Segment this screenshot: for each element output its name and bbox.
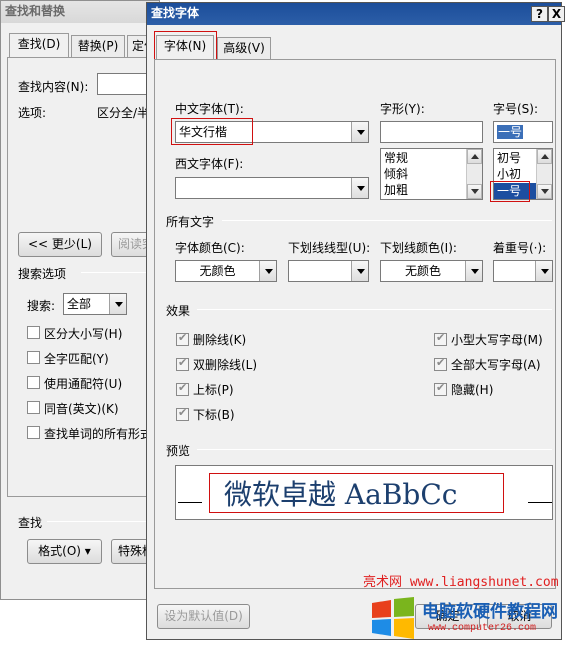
- underline-color-select[interactable]: 无颜色: [380, 260, 483, 282]
- superscript-checkbox[interactable]: [176, 381, 189, 396]
- scroll-up-icon[interactable]: [537, 149, 552, 164]
- small-caps-label: 小型大写字母(M): [451, 333, 543, 347]
- all-caps-label: 全部大写字母(A): [451, 358, 541, 372]
- size-input[interactable]: 一号: [493, 121, 553, 143]
- format-button[interactable]: 格式(O) ▾: [27, 539, 102, 564]
- find-replace-dialog: 查找和替换 查找(D) 替换(P) 定位 查找内容(N): 选项: 区分全/半 …: [0, 0, 161, 600]
- preview-text: 微软卓越 AaBbCc: [224, 478, 458, 511]
- all-word-forms-checkbox[interactable]: [27, 426, 40, 439]
- set-default-button[interactable]: 设为默认值(D): [157, 604, 250, 629]
- brand-logo: 电脑软硬件教程网 www.computer26.com: [370, 597, 570, 641]
- hidden-label: 隐藏(H): [451, 383, 494, 397]
- underline-style-select[interactable]: [288, 260, 369, 282]
- find-replace-title: 查找和替换: [1, 1, 159, 23]
- font-color-select[interactable]: 无颜色: [175, 260, 277, 282]
- help-button[interactable]: ?: [531, 6, 548, 22]
- find-font-dialog: 查找字体 ? X 字体(N) 高级(V) 中文字体(T): 华文行楷 西文字体(…: [146, 2, 565, 640]
- subscript-label: 下标(B): [193, 408, 235, 422]
- options-label: 选项:: [18, 106, 47, 120]
- wildcards-checkbox[interactable]: [27, 376, 40, 389]
- double-strikethrough-checkbox[interactable]: [176, 356, 189, 371]
- preview-baseline-right: [528, 502, 552, 503]
- size-label: 字号(S):: [493, 102, 539, 116]
- preview-box: 微软卓越 AaBbCc: [175, 465, 553, 520]
- chinese-font-highlight: [171, 118, 253, 145]
- small-caps-checkbox[interactable]: [434, 331, 447, 346]
- size-scrollbar[interactable]: [536, 149, 552, 199]
- list-item[interactable]: 初号: [497, 150, 521, 166]
- chinese-font-label: 中文字体(T):: [175, 102, 244, 116]
- brand-name: 电脑软硬件教程网: [422, 602, 558, 622]
- scroll-up-icon[interactable]: [467, 149, 482, 164]
- tab-replace[interactable]: 替换(P): [71, 35, 125, 57]
- chevron-down-icon: [465, 261, 482, 281]
- double-strikethrough-label: 双删除线(L): [193, 358, 258, 372]
- western-font-select[interactable]: [175, 177, 369, 199]
- scroll-down-icon[interactable]: [537, 184, 552, 199]
- underline-color-value: 无颜色: [404, 264, 441, 278]
- style-scrollbar[interactable]: [466, 149, 482, 199]
- font-color-value: 无颜色: [199, 264, 236, 278]
- size-input-value: 一号: [497, 125, 524, 139]
- chevron-down-icon: [351, 261, 368, 281]
- chevron-down-icon: [535, 261, 552, 281]
- chevron-down-icon: [259, 261, 276, 281]
- strikethrough-label: 删除线(K): [193, 333, 247, 347]
- western-font-label: 西文字体(F):: [175, 157, 244, 171]
- tab-advanced[interactable]: 高级(V): [217, 37, 271, 59]
- list-item[interactable]: 倾斜: [384, 166, 408, 182]
- windows-logo-icon: [372, 597, 414, 639]
- match-case-label: 区分大小写(H): [44, 327, 123, 341]
- subscript-checkbox[interactable]: [176, 406, 189, 421]
- search-options-label: 搜索选项: [18, 267, 67, 281]
- match-case-checkbox[interactable]: [27, 326, 40, 339]
- find-section-label: 查找: [18, 516, 43, 530]
- all-caps-checkbox[interactable]: [434, 356, 447, 371]
- find-section-divider: [47, 521, 161, 522]
- sounds-like-checkbox[interactable]: [27, 401, 40, 414]
- preview-baseline-left: [178, 502, 202, 503]
- chevron-down-icon: [109, 294, 126, 314]
- list-item[interactable]: 小初: [497, 166, 521, 182]
- options-value: 区分全/半: [97, 106, 150, 120]
- style-label: 字形(Y):: [380, 102, 425, 116]
- list-item[interactable]: 常规: [384, 150, 408, 166]
- style-list[interactable]: 常规 倾斜 加粗: [380, 148, 483, 200]
- all-text-divider: [222, 220, 552, 221]
- emphasis-select[interactable]: [493, 260, 553, 282]
- font-color-label: 字体颜色(C):: [175, 241, 245, 255]
- less-button[interactable]: << 更少(L): [18, 232, 102, 257]
- brand-url: www.computer26.com: [428, 623, 537, 634]
- search-label: 搜索:: [27, 299, 56, 313]
- whole-word-checkbox[interactable]: [27, 351, 40, 364]
- sounds-like-label: 同音(英文)(K): [44, 402, 119, 416]
- hidden-checkbox[interactable]: [434, 381, 447, 396]
- effects-divider: [197, 309, 552, 310]
- emphasis-label: 着重号(·):: [493, 241, 547, 255]
- chevron-down-icon: [351, 178, 368, 198]
- superscript-label: 上标(P): [193, 383, 234, 397]
- search-direction-select[interactable]: 全部: [63, 293, 127, 315]
- close-button[interactable]: X: [548, 6, 565, 22]
- size-highlight: [490, 181, 530, 202]
- whole-word-label: 全字匹配(Y): [44, 352, 109, 366]
- preview-label: 预览: [166, 444, 191, 458]
- underline-style-label: 下划线线型(U):: [288, 241, 371, 255]
- effects-label: 效果: [166, 304, 191, 318]
- preview-divider: [197, 449, 552, 450]
- wildcards-label: 使用通配符(U): [44, 377, 123, 391]
- find-font-title: 查找字体: [147, 3, 561, 25]
- find-what-label: 查找内容(N):: [18, 80, 89, 94]
- underline-color-label: 下划线颜色(I):: [380, 241, 457, 255]
- list-item[interactable]: 加粗: [384, 182, 408, 198]
- scroll-down-icon[interactable]: [467, 184, 482, 199]
- watermark-text: 亮术网 www.liangshunet.com: [363, 575, 559, 590]
- strikethrough-checkbox[interactable]: [176, 331, 189, 346]
- all-word-forms-label: 查找单词的所有形式: [44, 427, 153, 441]
- tab-find[interactable]: 查找(D): [9, 33, 69, 58]
- style-input[interactable]: [380, 121, 483, 143]
- all-text-label: 所有文字: [166, 215, 215, 229]
- search-direction-value: 全部: [67, 297, 92, 311]
- chevron-down-icon: [351, 122, 368, 142]
